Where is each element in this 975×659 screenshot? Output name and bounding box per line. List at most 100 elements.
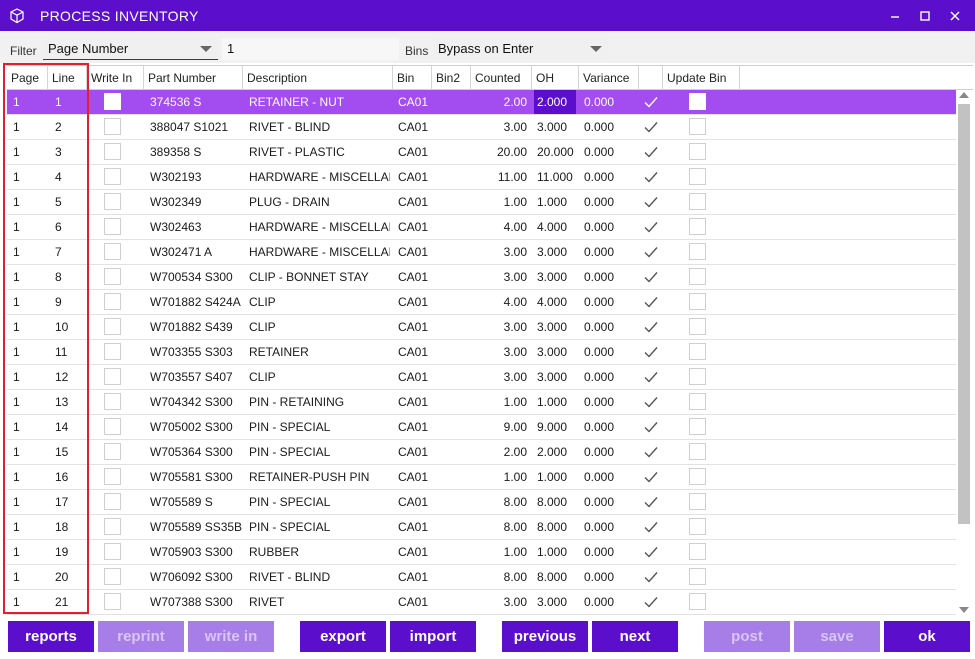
update-bin-checkbox[interactable] [689,568,706,585]
update-bin-checkbox[interactable] [689,93,706,110]
update-bin-checkbox[interactable] [689,518,706,535]
table-row[interactable]: 1 6 W302463 HARDWARE - MISCELLAN CA01 4.00 4.0… [7,215,956,240]
next-button[interactable]: next [592,621,678,652]
vertical-scrollbar[interactable] [956,90,973,615]
column-header-page[interactable]: Page [7,66,48,90]
update-bin-checkbox[interactable] [689,118,706,135]
update-bin-checkbox[interactable] [689,593,706,610]
write-in-checkbox[interactable] [104,518,121,535]
column-header-check[interactable] [639,66,663,90]
update-bin-checkbox[interactable] [689,193,706,210]
export-button[interactable]: export [300,621,386,652]
scroll-down-icon[interactable] [959,607,969,613]
write-in-checkbox[interactable] [104,318,121,335]
write-in-checkbox[interactable] [104,168,121,185]
write-in-checkbox[interactable] [104,118,121,135]
reprint-button[interactable]: reprint [98,621,184,652]
cell-oh[interactable]: 3.000 [534,115,576,139]
update-bin-checkbox[interactable] [689,418,706,435]
write-in-checkbox[interactable] [104,368,121,385]
cell-oh[interactable]: 3.000 [534,315,576,339]
cell-oh[interactable]: 3.000 [534,340,576,364]
cell-oh[interactable]: 1.000 [534,540,576,564]
column-header-bin[interactable]: Bin [393,66,432,90]
update-bin-checkbox[interactable] [689,543,706,560]
cell-oh[interactable]: 8.000 [534,515,576,539]
write-in-checkbox[interactable] [104,493,121,510]
column-header-counted[interactable]: Counted [471,66,532,90]
minimize-icon[interactable] [880,0,910,31]
write-in-checkbox[interactable] [104,593,121,610]
cell-oh[interactable]: 20.000 [534,140,576,164]
cell-oh[interactable]: 4.000 [534,215,576,239]
table-row[interactable]: 1 1 374536 S RETAINER - NUT CA01 2.00 2.000 0.0… [7,90,956,115]
column-header-part-number[interactable]: Part Number [144,66,243,90]
write-in-checkbox[interactable] [104,568,121,585]
column-header-variance[interactable]: Variance [579,66,639,90]
cell-oh[interactable]: 8.000 [534,490,576,514]
write-in-checkbox[interactable] [104,293,121,310]
column-header-write-in[interactable]: Write In [87,66,144,90]
update-bin-checkbox[interactable] [689,443,706,460]
table-row[interactable]: 1 4 W302193 HARDWARE - MISCELLAN CA01 11.00 11… [7,165,956,190]
update-bin-checkbox[interactable] [689,493,706,510]
cell-oh[interactable]: 2.000 [534,90,576,114]
table-row[interactable]: 1 9 W701882 S424A CLIP CA01 4.00 4.000 0.000 [7,290,956,315]
update-bin-checkbox[interactable] [689,393,706,410]
write-in-checkbox[interactable] [104,143,121,160]
write-in-checkbox[interactable] [104,543,121,560]
write-in-checkbox[interactable] [104,393,121,410]
write-in-button[interactable]: write in [188,621,274,652]
cell-oh[interactable]: 8.000 [534,565,576,589]
update-bin-checkbox[interactable] [689,243,706,260]
table-row[interactable]: 1 19 W705903 S300 RUBBER CA01 1.00 1.000 0.000 [7,540,956,565]
write-in-checkbox[interactable] [104,443,121,460]
table-row[interactable]: 1 16 W705581 S300 RETAINER-PUSH PIN CA01 1.00… [7,465,956,490]
table-row[interactable]: 1 15 W705364 S300 PIN - SPECIAL CA01 2.00 2.00… [7,440,956,465]
close-icon[interactable] [940,0,970,31]
update-bin-checkbox[interactable] [689,293,706,310]
table-row[interactable]: 1 18 W705589 SS35B PIN - SPECIAL CA01 8.00 8.0… [7,515,956,540]
column-header-line[interactable]: Line [48,66,87,90]
reports-button[interactable]: reports [8,621,94,652]
table-row[interactable]: 1 14 W705002 S300 PIN - SPECIAL CA01 9.00 9.00… [7,415,956,440]
cell-oh[interactable]: 4.000 [534,290,576,314]
write-in-checkbox[interactable] [104,93,121,110]
table-row[interactable]: 1 8 W700534 S300 CLIP - BONNET STAY CA01 3.00… [7,265,956,290]
update-bin-checkbox[interactable] [689,168,706,185]
table-row[interactable]: 1 12 W703557 S407 CLIP CA01 3.00 3.000 0.000 [7,365,956,390]
filter-select[interactable]: Page Number [43,38,218,60]
scrollbar-thumb[interactable] [958,104,970,524]
write-in-checkbox[interactable] [104,268,121,285]
ok-button[interactable]: ok [884,621,970,652]
cell-oh[interactable]: 3.000 [534,240,576,264]
table-row[interactable]: 1 13 W704342 S300 PIN - RETAINING CA01 1.00 1.… [7,390,956,415]
cell-oh[interactable]: 3.000 [534,265,576,289]
previous-button[interactable]: previous [502,621,588,652]
cell-oh[interactable]: 3.000 [534,590,576,614]
cell-oh[interactable]: 9.000 [534,415,576,439]
write-in-checkbox[interactable] [104,468,121,485]
column-header-oh[interactable]: OH [532,66,579,90]
filter-text-input[interactable]: 1 [222,38,399,60]
column-header-description[interactable]: Description [243,66,393,90]
update-bin-checkbox[interactable] [689,368,706,385]
write-in-checkbox[interactable] [104,193,121,210]
update-bin-checkbox[interactable] [689,143,706,160]
cell-oh[interactable]: 11.000 [534,165,576,189]
maximize-icon[interactable] [910,0,940,31]
cell-oh[interactable]: 2.000 [534,440,576,464]
table-row[interactable]: 1 2 388047 S1021 RIVET - BLIND CA01 3.00 3.000… [7,115,956,140]
import-button[interactable]: import [390,621,476,652]
update-bin-checkbox[interactable] [689,268,706,285]
table-row[interactable]: 1 3 389358 S RIVET - PLASTIC CA01 20.00 20.000… [7,140,956,165]
table-row[interactable]: 1 21 W707388 S300 RIVET CA01 3.00 3.000 0.000 [7,590,956,615]
cell-oh[interactable]: 1.000 [534,190,576,214]
table-row[interactable]: 1 20 W706092 S300 RIVET - BLIND CA01 8.00 8.00… [7,565,956,590]
update-bin-checkbox[interactable] [689,218,706,235]
table-row[interactable]: 1 11 W703355 S303 RETAINER CA01 3.00 3.000 0.00… [7,340,956,365]
column-header-bin2[interactable]: Bin2 [432,66,471,90]
scroll-up-icon[interactable] [959,92,969,98]
save-button[interactable]: save [794,621,880,652]
table-row[interactable]: 1 10 W701882 S439 CLIP CA01 3.00 3.000 0.000 [7,315,956,340]
